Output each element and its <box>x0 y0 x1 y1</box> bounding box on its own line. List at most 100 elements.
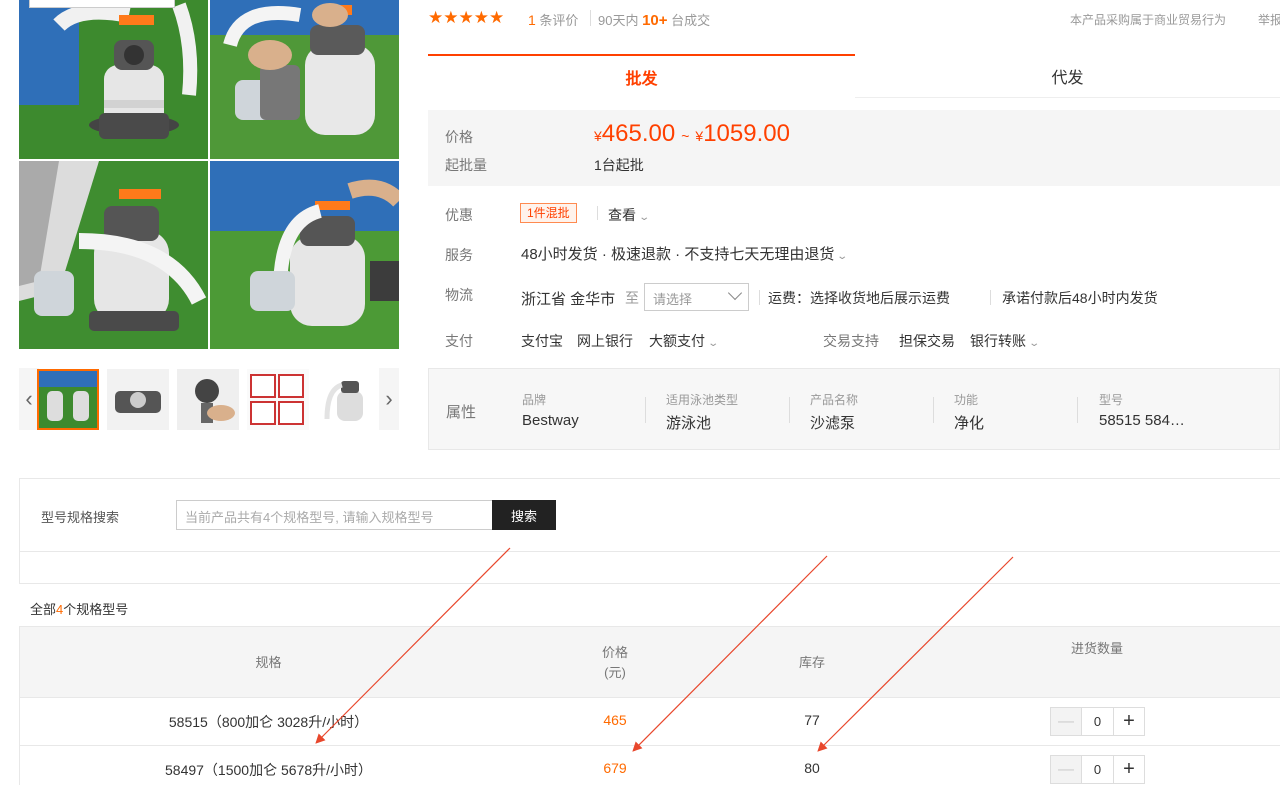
thumbnail-next-arrow-icon[interactable]: › <box>379 368 399 430</box>
spec-search-button[interactable]: 搜索 <box>492 500 556 530</box>
product-photo-2 <box>210 0 399 159</box>
thumbnail-strip: ‹ › <box>19 368 399 430</box>
review-count: 1 <box>528 12 536 28</box>
divider <box>990 290 991 305</box>
main-product-image[interactable] <box>19 0 399 349</box>
freight-info: 运费：选择收货地后展示运费 <box>768 290 950 306</box>
deals-count: 10+ <box>642 12 668 29</box>
quantity-stepper: — 0 + <box>1050 707 1145 736</box>
promo-view-dropdown[interactable]: 查看 ⌄ <box>608 205 651 225</box>
decrement-button[interactable]: — <box>1051 756 1081 783</box>
all-specs-suffix: 个规格型号 <box>63 602 129 617</box>
product-photo-1 <box>19 0 208 159</box>
destination-select-placeholder: 请选择 <box>653 292 693 307</box>
thumbnail-1[interactable] <box>37 369 99 430</box>
deals-prefix: 90天内 <box>598 13 639 28</box>
attribute-value: 净化 <box>954 415 985 432</box>
promo-label: 优惠 <box>445 207 473 223</box>
trade-support-escrow: 担保交易 <box>899 333 955 349</box>
attribute-key: 产品名称 <box>810 393 859 407</box>
quantity-input[interactable]: 0 <box>1081 708 1114 735</box>
chevron-down-icon: ⌄ <box>638 212 651 223</box>
price-tilde: ~ <box>681 128 690 144</box>
table-row: 58497（1500加仑 5678升/小时） 679 80 — 0 + <box>19 746 1280 785</box>
attribute-key: 型号 <box>1099 393 1124 407</box>
destination-select[interactable]: 请选择 <box>644 283 749 311</box>
attribute-brand: 品牌 Bestway <box>522 391 579 429</box>
column-header-price-label: 价格 <box>601 645 628 660</box>
increment-button[interactable]: + <box>1114 708 1144 735</box>
decrement-button[interactable]: — <box>1051 708 1081 735</box>
payment-alipay: 支付宝 <box>521 333 563 349</box>
price-range: ¥465.00 ~ ¥1059.00 <box>594 120 790 148</box>
chevron-down-icon <box>727 285 743 301</box>
price-max: 1059.00 <box>703 120 790 147</box>
thumbnail-2[interactable] <box>107 369 169 430</box>
attribute-pool-type: 适用泳池类型 游泳池 <box>666 391 738 433</box>
trade-support-label: 交易支持 <box>823 333 879 349</box>
thumbnail-5[interactable] <box>317 369 379 430</box>
quantity-input[interactable]: 0 <box>1081 756 1114 783</box>
attribute-key: 品牌 <box>522 393 547 407</box>
min-order-label: 起批量 <box>445 157 487 173</box>
attribute-product-name: 产品名称 沙滤泵 <box>810 391 858 433</box>
trade-support-bank-transfer: 银行转账 <box>970 333 1026 349</box>
payment-large-amount-dropdown[interactable]: 大额支付 ⌄ <box>649 331 720 351</box>
thumbnail-prev-arrow-icon[interactable]: ‹ <box>19 368 39 430</box>
attribute-function: 功能 净化 <box>954 391 984 433</box>
attributes-panel: 属性 品牌 Bestway 适用泳池类型 游泳池 产品名称 沙滤泵 功能 净化 … <box>428 368 1280 450</box>
promo-view-label: 查看 <box>608 207 636 223</box>
ship-from-location: 浙江省 金华市 <box>521 291 616 308</box>
column-header-quantity: 进货数量 <box>1070 641 1123 656</box>
tab-dropship[interactable]: 代发 <box>855 54 1280 98</box>
divider <box>590 10 591 26</box>
attribute-value: 沙滤泵 <box>810 415 856 432</box>
increment-button[interactable]: + <box>1114 756 1144 783</box>
divider <box>597 206 598 220</box>
spec-search-input[interactable]: 当前产品共有4个规格型号, 请输入规格型号 <box>176 500 493 530</box>
currency-symbol: ¥ <box>594 128 602 144</box>
attribute-value: 58515 584… <box>1099 412 1185 429</box>
thumbnail-3[interactable] <box>177 369 239 430</box>
promo-tag: 1件混批 <box>520 203 577 223</box>
payment-large-amount: 大额支付 <box>649 333 705 349</box>
gallery-divider <box>208 0 210 349</box>
attribute-key: 功能 <box>954 393 979 407</box>
spec-search-label: 型号规格搜索 <box>41 510 120 525</box>
spec-search-panel: 型号规格搜索 当前产品共有4个规格型号, 请输入规格型号 搜索 <box>19 478 1280 584</box>
deals-suffix: 台成交 <box>671 13 711 28</box>
chevron-down-icon: ⌄ <box>1028 338 1041 349</box>
logistics-label: 物流 <box>445 287 473 303</box>
service-text: 48小时发货 · 极速退款 · 不支持七天无理由退货 <box>521 246 835 263</box>
column-header-price-unit: (元) <box>604 665 626 680</box>
divider <box>759 290 760 305</box>
divider <box>20 551 1280 552</box>
review-count-suffix: 条评价 <box>539 13 579 28</box>
row-stock: 77 <box>804 712 820 728</box>
rating-stars-icon: ★★★★★ <box>428 8 505 27</box>
row-price: 679 <box>603 760 627 776</box>
thumbnail-4[interactable] <box>247 369 309 430</box>
chevron-down-icon: ⌄ <box>707 338 720 349</box>
deal-count: 90天内 10+ 台成交 <box>598 10 710 29</box>
divider <box>1077 397 1078 423</box>
attribute-value: Bestway <box>522 412 579 429</box>
divider <box>789 397 790 423</box>
row-spec: 58497（1500加仑 5678升/小时） <box>165 762 372 778</box>
report-link[interactable]: 举报 <box>1258 11 1280 28</box>
column-header-stock: 库存 <box>798 655 825 670</box>
min-order-value: 1台起批 <box>594 157 644 173</box>
trade-note: 本产品采购属于商业贸易行为 <box>1070 13 1227 27</box>
service-dropdown[interactable]: 48小时发货 · 极速退款 · 不支持七天无理由退货 ⌄ <box>521 243 848 264</box>
divider <box>645 397 646 423</box>
price-label: 价格 <box>445 129 473 145</box>
tab-wholesale[interactable]: 批发 <box>428 54 855 98</box>
trade-support-bank-transfer-dropdown[interactable]: 银行转账 ⌄ <box>970 331 1041 351</box>
review-count-link[interactable]: 1 条评价 <box>528 10 578 29</box>
service-label: 服务 <box>445 247 473 263</box>
payment-online-bank: 网上银行 <box>577 333 633 349</box>
table-header: 规格 价格 (元) 库存 进货数量 <box>19 626 1280 698</box>
gallery-divider <box>19 159 399 161</box>
all-specs-count: 全部4个规格型号 <box>30 599 128 618</box>
price-block: 价格 ¥465.00 ~ ¥1059.00 起批量 1台起批 <box>428 110 1280 186</box>
